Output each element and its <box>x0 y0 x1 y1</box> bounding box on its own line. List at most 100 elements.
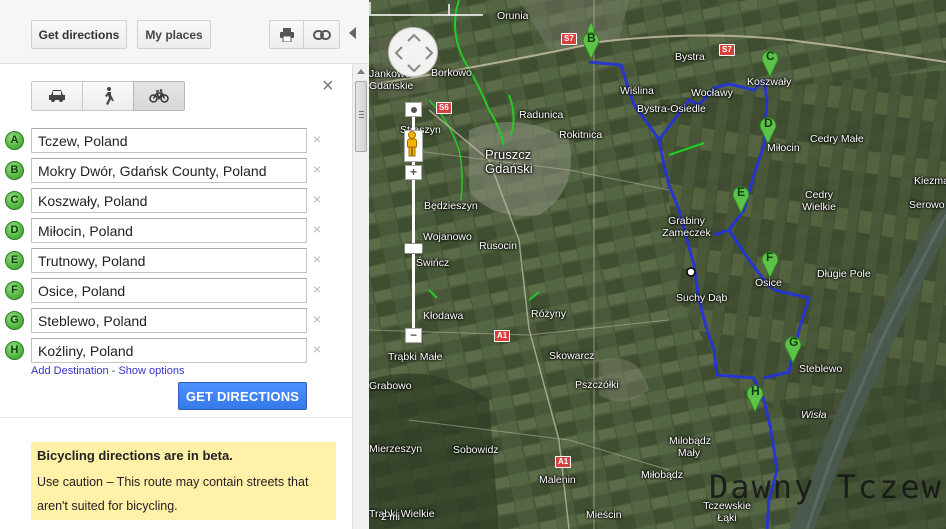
marker-d-icon[interactable]: D <box>5 221 24 240</box>
link-icon <box>312 29 331 40</box>
place-label: Kiezmark <box>914 175 946 187</box>
add-destination-link[interactable]: Add Destination <box>31 365 109 377</box>
place-label: Różyny <box>531 308 567 320</box>
car-icon <box>49 90 65 102</box>
scale-bar <box>369 2 483 16</box>
marker-c-icon[interactable]: C <box>5 191 24 210</box>
remove-destination-d-icon[interactable]: × <box>313 221 321 237</box>
destination-input-f[interactable] <box>31 278 307 303</box>
map-pin-g[interactable]: G <box>784 334 802 364</box>
place-label: Orunia <box>497 10 529 22</box>
watermark: Dawny Tczew <box>709 468 943 506</box>
destination-input-c[interactable] <box>31 188 307 213</box>
place-label: Mieścin <box>586 509 622 521</box>
place-label: Cedry Małe <box>810 133 864 145</box>
marker-b-icon[interactable]: B <box>5 161 24 180</box>
beta-notice-text: Use caution – This route may contain str… <box>37 475 309 513</box>
destination-input-b[interactable] <box>31 158 307 183</box>
place-label: Świńcz <box>416 257 450 269</box>
close-directions-icon[interactable]: × <box>322 76 334 96</box>
place-label: Milobądz Mały <box>669 435 712 459</box>
place-label: Trąbki Małe <box>388 351 443 363</box>
road-shield: A1 <box>555 456 572 468</box>
place-label: Radunica <box>519 109 564 121</box>
collapse-panel-icon[interactable] <box>349 27 356 39</box>
beta-notice: Bicycling directions are in beta. Use ca… <box>31 442 336 520</box>
marker-a-icon[interactable]: A <box>5 131 24 150</box>
map-pin-e-label: E <box>737 185 746 199</box>
get-directions-tab-button[interactable]: Get directions <box>31 20 127 49</box>
destination-input-d[interactable] <box>31 218 307 243</box>
pan-control[interactable] <box>388 27 438 77</box>
scroll-up-arrow-icon[interactable] <box>357 69 365 74</box>
road-shield: S7 <box>561 33 577 45</box>
show-options-link[interactable]: Show options <box>118 365 184 377</box>
satellite-map[interactable]: B C D E F G H S7 S7 S6 A1 A1 Orunia Jank… <box>369 0 946 529</box>
map-pin-d-label: D <box>764 116 773 130</box>
map-pin-f-label: F <box>766 250 774 264</box>
remove-destination-b-icon[interactable]: × <box>313 161 321 177</box>
place-label: Wiślina <box>620 85 654 97</box>
place-label: Będzieszyn <box>424 200 478 212</box>
place-label: Grabowo <box>369 380 412 392</box>
remove-destination-g-icon[interactable]: × <box>313 311 321 327</box>
get-directions-button[interactable]: GET DIRECTIONS <box>178 382 307 410</box>
destination-input-g[interactable] <box>31 308 307 333</box>
panel-divider <box>0 417 352 418</box>
road-shield: S6 <box>436 102 452 114</box>
place-label: Cedry Wielkie <box>802 189 836 213</box>
directions-panel: Get directions My places × A Tczew, Pola… <box>0 0 369 529</box>
map-pin-b[interactable]: B <box>582 30 600 60</box>
place-label: Rokitnica <box>559 129 603 141</box>
link-button[interactable] <box>303 20 340 49</box>
travel-mode-car-button[interactable] <box>31 81 83 111</box>
location-dot-icon[interactable] <box>405 102 422 117</box>
place-label: Kłodawa <box>423 310 464 322</box>
scroll-thumb[interactable] <box>355 81 367 152</box>
place-label: Miłocin <box>767 142 800 154</box>
panel-scrollbar[interactable] <box>352 64 369 529</box>
remove-destination-f-icon[interactable]: × <box>313 281 321 297</box>
marker-f-icon[interactable]: F <box>5 281 24 300</box>
map-pin-e[interactable]: E <box>732 184 750 214</box>
map-pin-c[interactable]: C <box>761 48 779 78</box>
destination-input-h[interactable] <box>31 338 307 363</box>
zoom-in-button[interactable]: + <box>405 165 422 180</box>
place-label: Trąbki Wielkie <box>369 508 435 520</box>
zoom-slider-knob[interactable] <box>404 243 423 254</box>
destination-input-a[interactable] <box>31 128 307 153</box>
place-label: Wisła <box>801 409 827 421</box>
beta-notice-title: Bicycling directions are in beta. <box>37 448 233 463</box>
place-label: Długie Pole <box>817 268 871 280</box>
place-label: Bystra-Osiedle <box>637 103 706 115</box>
travel-mode-walk-button[interactable] <box>82 81 134 111</box>
destination-row-a: A × <box>0 127 352 157</box>
marker-g-icon[interactable]: G <box>5 311 24 330</box>
road-shield: S7 <box>719 44 735 56</box>
destination-input-e[interactable] <box>31 248 307 273</box>
travel-mode-bicycle-button[interactable] <box>133 81 185 111</box>
place-label: Sobowidz <box>453 444 499 456</box>
street-view-control[interactable] <box>404 130 423 162</box>
remove-destination-e-icon[interactable]: × <box>313 251 321 267</box>
destination-row-g: G × <box>0 307 352 337</box>
place-label: Pruszcz Gdański <box>485 147 533 176</box>
place-label: Bystra <box>675 51 705 63</box>
destination-row-b: B × <box>0 157 352 187</box>
place-label: Rusocin <box>479 240 517 252</box>
marker-e-icon[interactable]: E <box>5 251 24 270</box>
remove-destination-c-icon[interactable]: × <box>313 191 321 207</box>
my-places-button[interactable]: My places <box>137 20 211 49</box>
print-button[interactable] <box>269 20 304 49</box>
remove-destination-a-icon[interactable]: × <box>313 131 321 147</box>
marker-h-icon[interactable]: H <box>5 341 24 360</box>
map-pin-h-label: H <box>751 384 760 398</box>
zoom-out-button[interactable]: − <box>405 328 422 343</box>
place-label: Pszczółki <box>575 379 619 391</box>
remove-destination-h-icon[interactable]: × <box>313 341 321 357</box>
map-pin-d[interactable]: D <box>759 115 777 145</box>
map-pin-f[interactable]: F <box>761 249 779 279</box>
map-pin-h[interactable]: H <box>746 383 764 413</box>
place-label: Steblewo <box>799 363 843 375</box>
place-label: Koszwały <box>747 76 792 88</box>
